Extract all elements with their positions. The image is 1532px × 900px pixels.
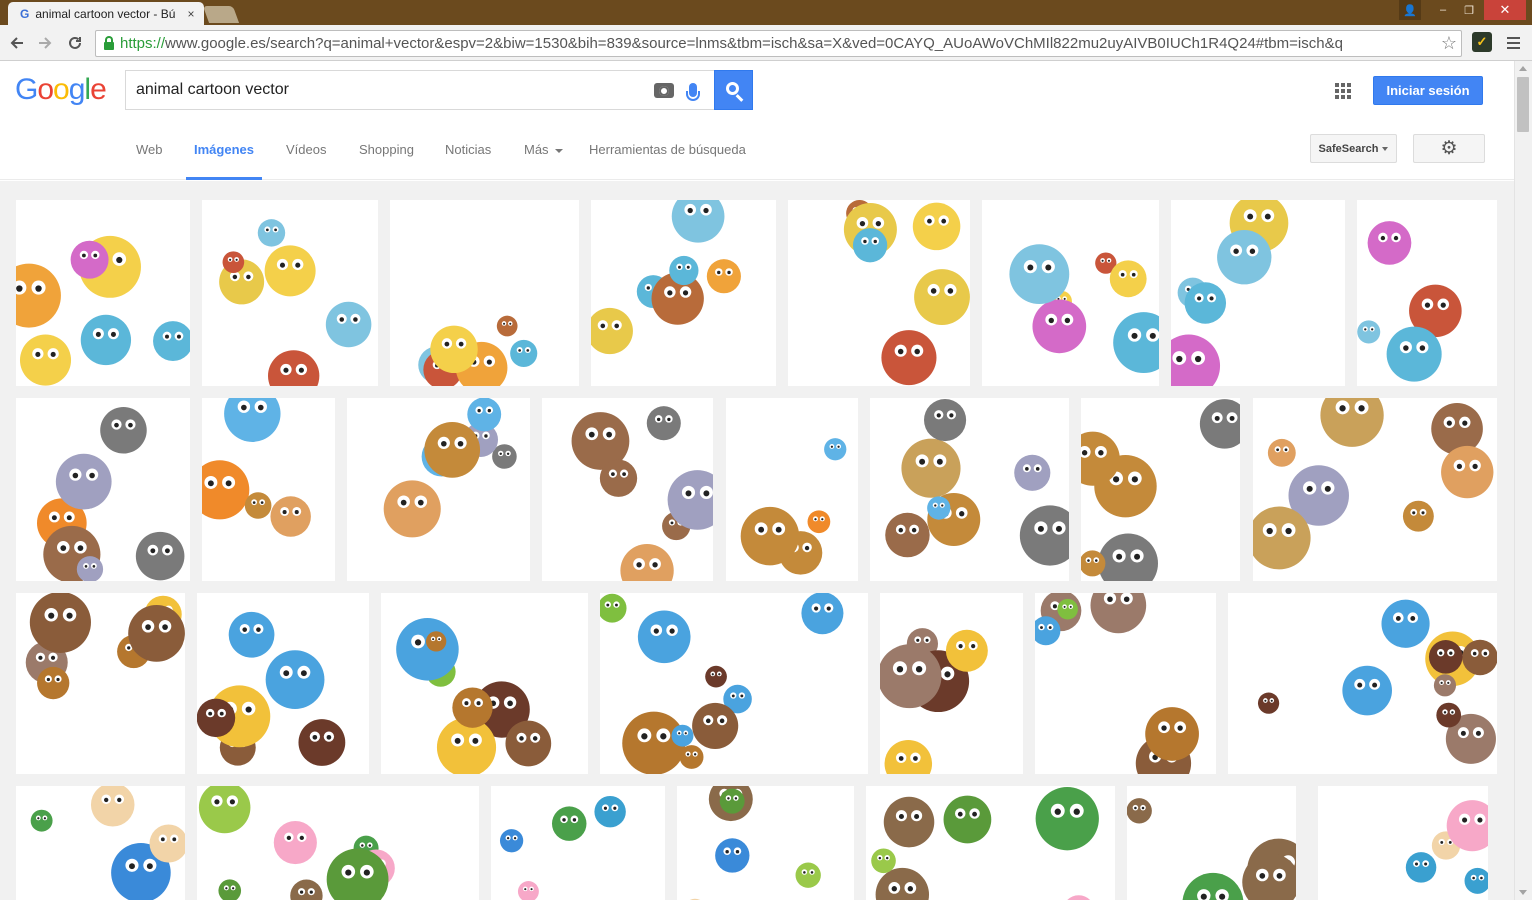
image-result-thumbnail[interactable] — [1081, 398, 1240, 581]
image-result-thumbnail[interactable] — [677, 786, 854, 900]
extension-icon[interactable]: ✓ — [1472, 32, 1492, 52]
image-result-thumbnail[interactable] — [600, 593, 868, 774]
tab-videos[interactable]: Vídeos — [286, 142, 326, 157]
image-result-thumbnail[interactable] — [1318, 786, 1488, 900]
google-logo[interactable]: Google — [15, 73, 107, 107]
image-result-thumbnail[interactable] — [347, 398, 530, 581]
star-icon[interactable]: ☆ — [1437, 33, 1461, 54]
image-result-thumbnail[interactable] — [16, 398, 190, 581]
tab-news[interactable]: Noticias — [445, 142, 491, 157]
search-input[interactable] — [126, 72, 651, 108]
address-bar[interactable]: https://www.google.es/search?q=animal+ve… — [95, 30, 1462, 57]
image-result-thumbnail[interactable] — [202, 200, 378, 386]
close-window-button[interactable]: ✕ — [1484, 0, 1526, 20]
lock-icon[interactable] — [102, 35, 116, 51]
hamburger-menu-icon[interactable] — [1503, 32, 1523, 54]
image-result-thumbnail[interactable] — [390, 200, 579, 386]
image-result-thumbnail[interactable] — [870, 398, 1069, 581]
tab-more-label: Más — [524, 142, 549, 157]
google-favicon-icon: G — [20, 6, 30, 21]
search-icon — [725, 82, 739, 95]
active-tab-indicator — [186, 177, 262, 180]
settings-button[interactable]: ⚙ — [1413, 134, 1485, 163]
image-result-thumbnail[interactable] — [16, 200, 190, 386]
camera-icon[interactable] — [651, 77, 677, 103]
tab-close-button[interactable]: × — [184, 7, 198, 21]
image-result-thumbnail[interactable] — [202, 398, 335, 581]
browser-titlebar: G animal cartoon vector - Bú × 👤 – ❐ ✕ — [0, 0, 1532, 25]
image-result-thumbnail[interactable] — [1127, 786, 1296, 900]
arrow-left-icon[interactable] — [6, 32, 28, 54]
image-result-thumbnail[interactable] — [591, 200, 776, 386]
reload-icon[interactable] — [64, 32, 86, 54]
scroll-up-icon[interactable] — [1519, 66, 1527, 71]
browser-tab-active[interactable]: G animal cartoon vector - Bú × — [8, 2, 204, 25]
tab-web[interactable]: Web — [136, 142, 163, 157]
microphone-icon[interactable] — [681, 77, 705, 103]
tab-shopping[interactable]: Shopping — [359, 142, 414, 157]
image-result-thumbnail[interactable] — [16, 593, 185, 774]
image-result-thumbnail[interactable] — [982, 200, 1159, 386]
chevron-down-icon — [1382, 146, 1389, 151]
image-result-thumbnail[interactable] — [381, 593, 588, 774]
page-scrollbar[interactable] — [1514, 61, 1532, 900]
maximize-button[interactable]: ❐ — [1456, 0, 1482, 20]
tab-more[interactable]: Más — [524, 142, 563, 157]
image-result-thumbnail[interactable] — [880, 593, 1023, 774]
search-button[interactable] — [714, 70, 753, 110]
signin-button[interactable]: Iniciar sesión — [1373, 76, 1483, 105]
image-result-thumbnail[interactable] — [16, 786, 185, 900]
gear-icon: ⚙ — [1440, 138, 1458, 159]
image-results-grid — [0, 181, 1514, 900]
tab-search-tools[interactable]: Herramientas de búsqueda — [589, 142, 746, 157]
image-result-thumbnail[interactable] — [788, 200, 970, 386]
image-result-thumbnail[interactable] — [1253, 398, 1497, 581]
image-result-thumbnail[interactable] — [1228, 593, 1497, 774]
safesearch-label: SafeSearch — [1318, 142, 1379, 155]
image-result-thumbnail[interactable] — [866, 786, 1115, 900]
tab-images[interactable]: Imágenes — [194, 142, 254, 157]
search-box — [125, 70, 715, 110]
arrow-right-icon[interactable] — [34, 32, 56, 54]
image-result-thumbnail[interactable] — [197, 786, 479, 900]
safesearch-button[interactable]: SafeSearch — [1310, 134, 1397, 163]
search-nav-row: Web Imágenes Vídeos Shopping Noticias Má… — [0, 121, 1514, 180]
image-result-thumbnail[interactable] — [491, 786, 665, 900]
apps-grid-icon[interactable] — [1335, 83, 1351, 99]
image-result-thumbnail[interactable] — [1171, 200, 1345, 386]
image-result-thumbnail[interactable] — [542, 398, 713, 581]
minimize-button[interactable]: – — [1430, 0, 1456, 20]
url-text[interactable]: https://www.google.es/search?q=animal+ve… — [120, 35, 1437, 52]
tab-title: animal cartoon vector - Bú — [35, 6, 176, 21]
chevron-down-icon — [554, 148, 563, 153]
image-result-thumbnail[interactable] — [726, 398, 858, 581]
image-result-thumbnail[interactable] — [1357, 200, 1497, 386]
new-tab-button[interactable] — [202, 6, 240, 23]
image-result-thumbnail[interactable] — [197, 593, 369, 774]
google-header: Google Iniciar sesión — [0, 61, 1514, 121]
profile-icon[interactable]: 👤 — [1399, 0, 1421, 20]
image-result-thumbnail[interactable] — [1035, 593, 1216, 774]
scrollbar-thumb[interactable] — [1517, 77, 1529, 132]
scroll-down-icon[interactable] — [1519, 890, 1527, 895]
browser-toolbar: https://www.google.es/search?q=animal+ve… — [0, 25, 1532, 61]
